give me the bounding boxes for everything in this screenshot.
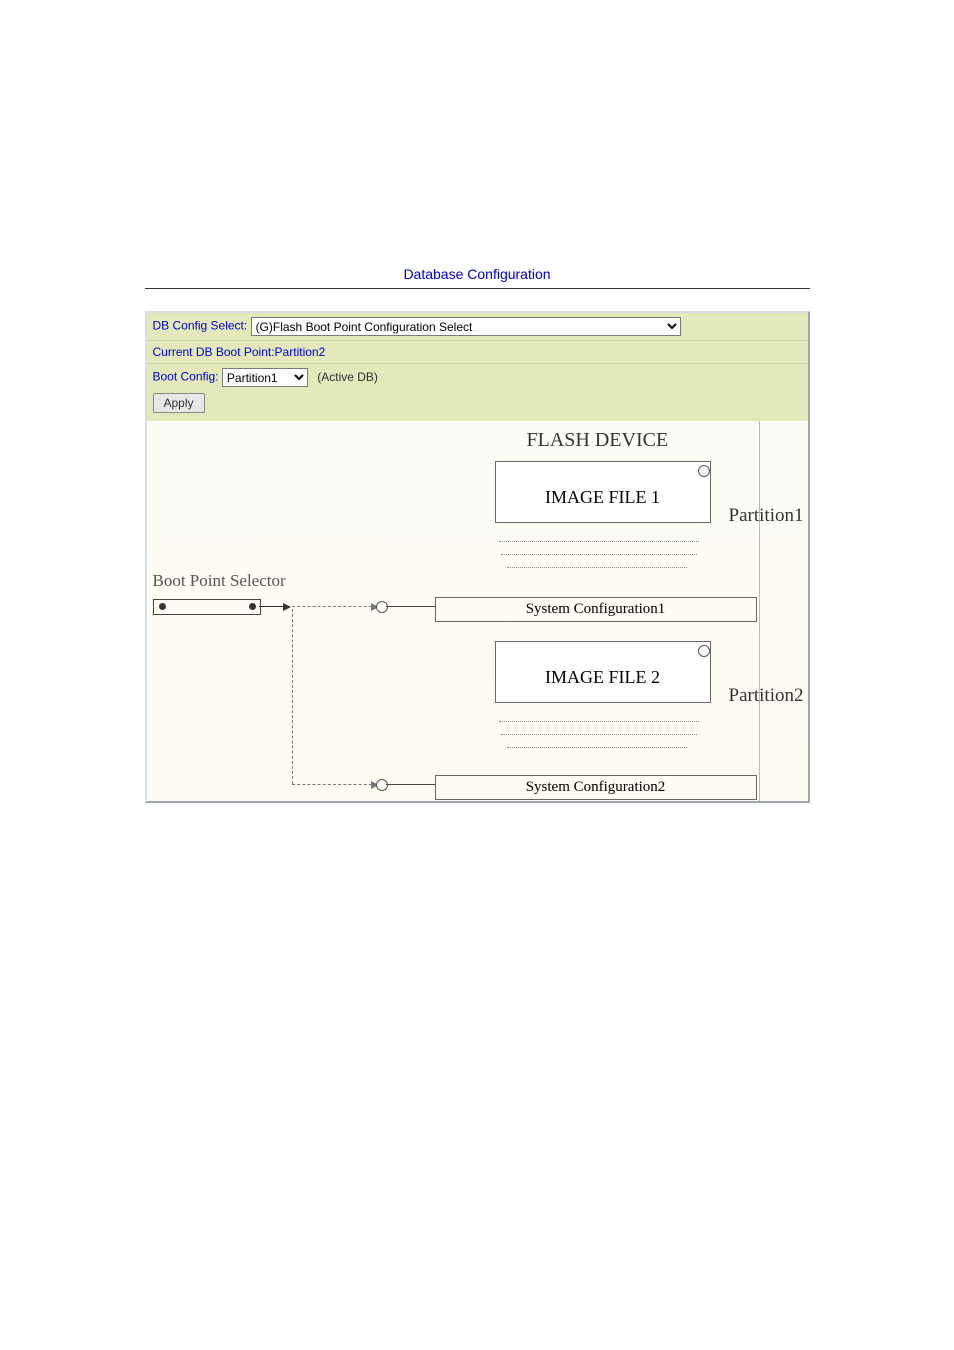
config-frame: DB Config Select: (G)Flash Boot Point Co… <box>145 311 810 803</box>
dashed-arrow-icon <box>292 606 377 607</box>
dotted-line <box>499 541 699 542</box>
selector-box <box>153 599 261 615</box>
system-config-2-box: System Configuration2 <box>435 775 757 800</box>
boot-config-label: Boot Config: <box>153 370 219 384</box>
divider <box>145 288 810 289</box>
boot-point-selector-label: Boot Point Selector <box>153 571 286 591</box>
selector-dot-icon <box>249 603 256 610</box>
node-icon <box>698 465 710 477</box>
partition-divider <box>759 421 760 801</box>
port-circle-icon <box>376 601 388 613</box>
dotted-line <box>507 747 687 748</box>
boot-config-select[interactable]: Partition1 <box>222 368 308 387</box>
active-db-note: (Active DB) <box>317 370 378 384</box>
system-config-1-box: System Configuration1 <box>435 597 757 622</box>
flash-diagram: FLASH DEVICE IMAGE FILE 1 System Configu… <box>147 421 808 801</box>
node-icon <box>698 645 710 657</box>
image-file-1-box: IMAGE FILE 1 <box>495 461 711 523</box>
db-config-label: DB Config Select: <box>153 319 248 333</box>
partition1-label: Partition1 <box>729 505 804 527</box>
connector-line <box>386 784 435 785</box>
arrow-icon <box>259 606 289 607</box>
image-file-2-box: IMAGE FILE 2 <box>495 641 711 703</box>
db-config-select[interactable]: (G)Flash Boot Point Configuration Select <box>251 317 681 336</box>
dashed-line <box>292 609 293 784</box>
current-boot-text: Current DB Boot Point:Partition2 <box>153 345 326 359</box>
boot-config-row: Boot Config: Partition1 (Active DB) Appl… <box>147 363 808 421</box>
partition2-label: Partition2 <box>729 685 804 707</box>
page-title: Database Configuration <box>145 260 810 288</box>
dotted-line <box>507 567 687 568</box>
dashed-arrow-icon <box>292 784 377 785</box>
apply-button[interactable]: Apply <box>153 393 205 413</box>
flash-device-header: FLASH DEVICE <box>527 429 669 452</box>
dotted-line <box>499 721 699 722</box>
selector-dot-icon <box>159 603 166 610</box>
dotted-line <box>501 734 697 735</box>
connector-line <box>386 606 435 607</box>
current-boot-row: Current DB Boot Point:Partition2 <box>147 340 808 363</box>
dotted-line <box>501 554 697 555</box>
db-config-row: DB Config Select: (G)Flash Boot Point Co… <box>147 313 808 340</box>
port-circle-icon <box>376 779 388 791</box>
